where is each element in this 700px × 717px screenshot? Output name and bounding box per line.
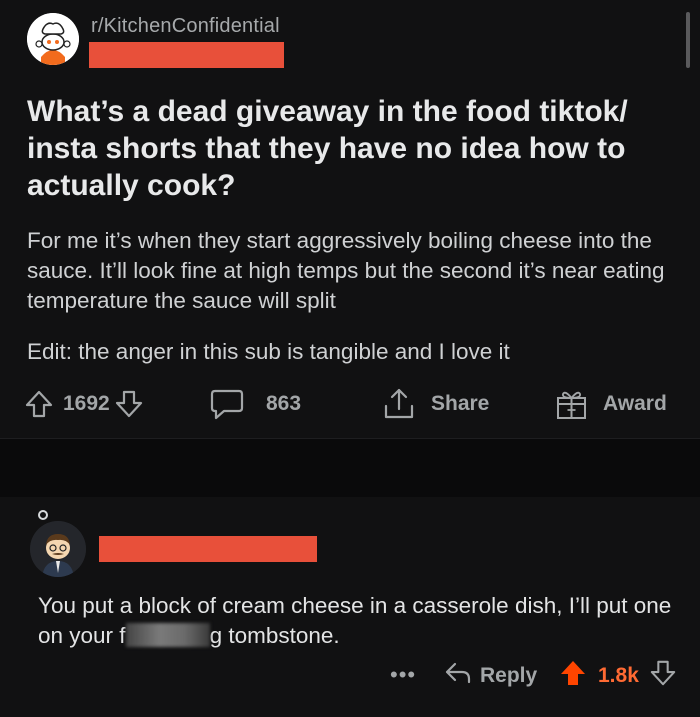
post-body: For me it’s when they start aggressively… [27,228,665,313]
downvote-icon[interactable] [114,389,144,419]
award-icon [555,388,589,420]
subreddit-name[interactable]: r/KitchenConfidential [91,15,280,38]
share-label: Share [431,392,490,415]
online-indicator-icon [38,510,48,520]
comment-icon [210,388,244,420]
post-card: r/KitchenConfidential What’s a dead give… [0,0,700,438]
reply-icon [444,660,472,692]
post-edit-note: Edit: the anger in this sub is tangible … [27,339,510,364]
more-options-button[interactable]: ••• [390,662,416,688]
comment-vote-group: 1.8k [558,660,677,692]
subreddit-chef-avatar[interactable] [27,13,79,65]
section-divider [0,438,700,498]
upvote-active-icon[interactable] [558,658,588,694]
scrollbar[interactable] [686,12,690,68]
username-redaction [89,42,284,68]
censored-word-blur [125,623,210,647]
comments-button[interactable]: 863 [210,388,302,420]
award-button[interactable]: Award [555,389,667,419]
downvote-icon[interactable] [649,659,677,693]
user-avatar[interactable] [30,521,86,577]
comment-count: 863 [266,392,302,415]
reply-button[interactable]: Reply [444,660,537,692]
share-icon [382,387,416,421]
award-label: Award [603,392,667,415]
upvote-icon[interactable] [24,389,54,419]
reply-label: Reply [480,664,538,687]
post-title[interactable]: What’s a dead giveaway in the food tikto… [27,93,677,204]
share-button[interactable]: Share [382,387,490,421]
commenter-username-redaction [99,536,317,562]
comment-text: You put a block of cream cheese in a cas… [38,591,678,651]
comment-card: You put a block of cream cheese in a cas… [0,497,700,717]
post-vote-group: 1692 [24,389,144,419]
comment-vote-count: 1.8k [598,664,639,687]
comment-text-part2: g tombstone. [209,623,340,648]
post-vote-count: 1692 [63,392,110,415]
